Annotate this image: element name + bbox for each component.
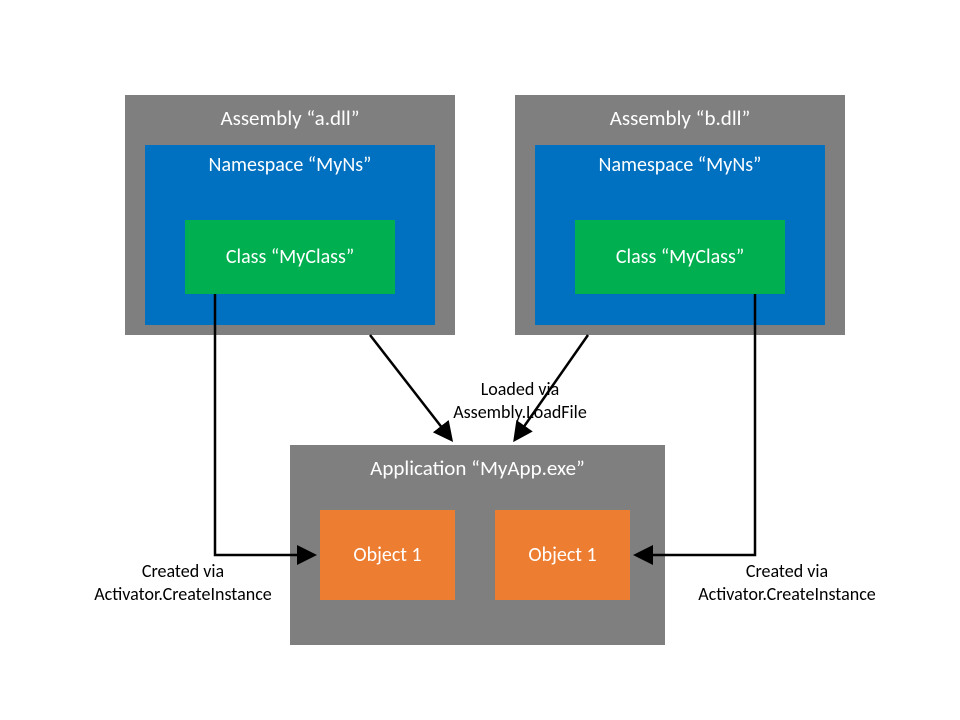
namespace-b-title: Namespace “MyNs” xyxy=(535,145,825,177)
object-1-box: Object 1 xyxy=(320,510,455,600)
application-title: Application “MyApp.exe” xyxy=(290,445,665,481)
namespace-a-title: Namespace “MyNs” xyxy=(145,145,435,177)
created-right-line1: Created via xyxy=(746,560,828,582)
created-left-line1: Created via xyxy=(142,560,224,582)
created-right-label: Created via Activator.CreateInstance xyxy=(672,560,902,607)
object-2-box: Object 1 xyxy=(495,510,630,600)
loaded-via-label: Loaded via Assembly.LoadFile xyxy=(420,378,620,425)
object-1-title: Object 1 xyxy=(320,510,455,600)
loaded-via-line1: Loaded via xyxy=(481,378,560,400)
loaded-via-line2: Assembly.LoadFile xyxy=(453,401,587,423)
created-left-label: Created via Activator.CreateInstance xyxy=(68,560,298,607)
assembly-b-title: Assembly “b.dll” xyxy=(515,95,845,131)
class-b-title: Class “MyClass” xyxy=(575,220,785,294)
class-a-box: Class “MyClass” xyxy=(185,220,395,294)
assembly-a-title: Assembly “a.dll” xyxy=(125,95,455,131)
class-b-box: Class “MyClass” xyxy=(575,220,785,294)
created-right-line2: Activator.CreateInstance xyxy=(698,583,876,605)
created-left-line2: Activator.CreateInstance xyxy=(94,583,272,605)
object-2-title: Object 1 xyxy=(495,510,630,600)
class-a-title: Class “MyClass” xyxy=(185,220,395,294)
